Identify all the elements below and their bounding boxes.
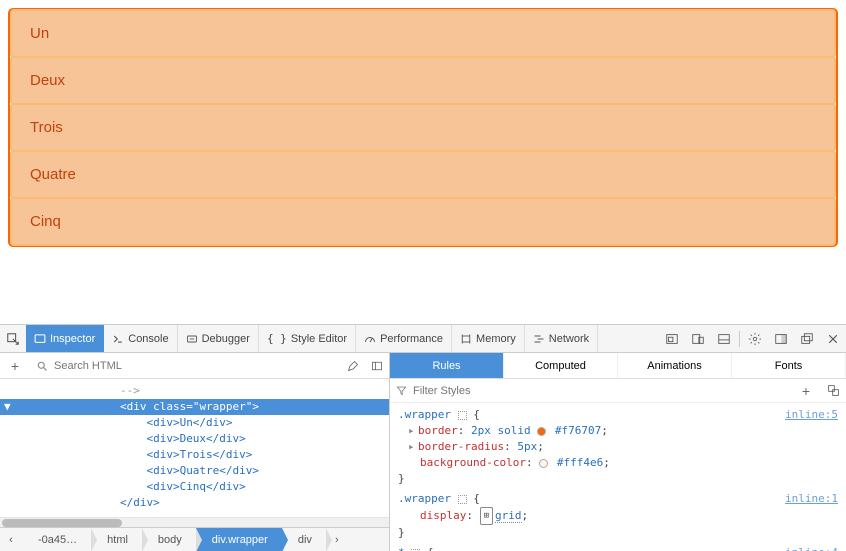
scrollbar-thumb[interactable] — [2, 519, 122, 527]
expand-icon[interactable]: ▸ — [408, 423, 418, 439]
color-swatch-icon[interactable] — [539, 459, 548, 468]
page-viewport: Un Deux Trois Quatre Cinq — [0, 0, 846, 324]
filter-row: + — [390, 379, 846, 403]
dom-line[interactable]: <div>Trois</div> — [0, 447, 389, 463]
rule-source-link[interactable]: inline:1 — [785, 491, 838, 507]
search-html-input[interactable] — [54, 360, 335, 372]
styletab-animations[interactable]: Animations — [618, 353, 732, 378]
tab-debugger[interactable]: Debugger — [178, 325, 259, 352]
style-tabs: Rules Computed Animations Fonts — [390, 353, 846, 379]
eyedropper-icon[interactable] — [365, 360, 389, 372]
styletab-computed[interactable]: Computed — [504, 353, 618, 378]
expand-icon[interactable]: ▸ — [408, 439, 418, 455]
dock-side-icon[interactable] — [768, 325, 794, 352]
dom-tree[interactable]: --> ▼ <div class="wrapper"> <div>Un</div… — [0, 379, 389, 517]
dom-line[interactable]: <div>Cinq</div> — [0, 479, 389, 495]
tab-style-editor[interactable]: { } Style Editor — [259, 325, 356, 352]
dom-line[interactable]: --> — [0, 383, 389, 399]
split-console-icon[interactable] — [711, 325, 737, 352]
color-swatch-icon[interactable] — [537, 427, 546, 436]
rule-source-link[interactable]: inline:5 — [785, 407, 838, 423]
grid-highlight-icon[interactable] — [458, 495, 467, 504]
grid-cell: Deux — [10, 56, 836, 105]
breadcrumb-prev-icon[interactable]: ‹ — [0, 534, 22, 546]
braces-icon: { } — [267, 332, 287, 345]
tab-label: Inspector — [50, 333, 95, 345]
rule-block[interactable]: inline:4 * { — [398, 545, 838, 551]
filter-icon — [396, 385, 407, 396]
tab-console[interactable]: Console — [104, 325, 177, 352]
dom-search-row: + — [0, 353, 389, 379]
grid-highlight-icon[interactable] — [458, 411, 467, 420]
grid-cell: Un — [10, 9, 836, 58]
iframe-picker-icon[interactable] — [659, 325, 685, 352]
tab-label: Network — [549, 333, 589, 345]
css-declaration[interactable]: ▸border-radius: 5px; — [398, 439, 838, 455]
pick-element-icon[interactable] — [0, 325, 26, 352]
grid-wrapper: Un Deux Trois Quatre Cinq — [8, 8, 838, 247]
grid-badge-icon[interactable]: ⊞ — [480, 507, 493, 525]
dom-line[interactable]: <div>Quatre</div> — [0, 463, 389, 479]
toggle-pseudo-icon[interactable] — [827, 384, 840, 397]
rule-selector: .wrapper — [398, 492, 451, 505]
rule-selector: .wrapper — [398, 408, 451, 421]
dom-pane: + --> ▼ <div class="wrapper"> <div>Un</d… — [0, 353, 390, 551]
undock-icon[interactable] — [794, 325, 820, 352]
tab-inspector[interactable]: Inspector — [26, 325, 104, 352]
breadcrumb-item[interactable]: body — [142, 528, 196, 551]
rule-block[interactable]: inline:1 .wrapper { display: ⊞grid; } — [398, 491, 838, 541]
grid-cell: Quatre — [10, 150, 836, 199]
devtools-panes: + --> ▼ <div class="wrapper"> <div>Un</d… — [0, 353, 846, 551]
tab-label: Debugger — [202, 333, 250, 345]
search-icon — [36, 360, 48, 372]
tab-network[interactable]: Network — [525, 325, 598, 352]
css-declaration[interactable]: background-color: #fff4e6; — [398, 455, 838, 471]
tab-memory[interactable]: Memory — [452, 325, 525, 352]
breadcrumb: ‹ -0a45… html body div.wrapper div › — [0, 527, 389, 551]
tab-performance[interactable]: Performance — [356, 325, 452, 352]
rule-source-link[interactable]: inline:4 — [785, 545, 838, 551]
filter-styles-input[interactable] — [413, 385, 785, 397]
breadcrumb-item[interactable]: html — [91, 528, 142, 551]
responsive-mode-icon[interactable] — [685, 325, 711, 352]
settings-icon[interactable] — [742, 325, 768, 352]
css-declaration[interactable]: ▸border: 2px solid #f76707; — [398, 423, 838, 439]
tab-label: Console — [128, 333, 168, 345]
devtools-toolbar: Inspector Console Debugger { } Style Edi… — [0, 325, 846, 353]
css-declaration[interactable]: display: ⊞grid; — [398, 507, 838, 525]
breadcrumb-item[interactable]: div — [282, 528, 326, 551]
new-node-button[interactable]: + — [0, 358, 30, 374]
dom-line[interactable]: <div>Un</div> — [0, 415, 389, 431]
styletab-fonts[interactable]: Fonts — [732, 353, 846, 378]
devtools: Inspector Console Debugger { } Style Edi… — [0, 324, 846, 551]
grid-cell: Trois — [10, 103, 836, 152]
rules-list[interactable]: inline:5 .wrapper { ▸border: 2px solid #… — [390, 403, 846, 551]
edit-html-icon[interactable] — [341, 360, 365, 372]
tab-label: Performance — [380, 333, 443, 345]
dom-line[interactable]: <div>Deux</div> — [0, 431, 389, 447]
style-pane: Rules Computed Animations Fonts + inline… — [390, 353, 846, 551]
styletab-rules[interactable]: Rules — [390, 353, 504, 378]
breadcrumb-item-active[interactable]: div.wrapper — [196, 528, 282, 551]
rule-selector: * — [398, 546, 405, 551]
rule-block[interactable]: inline:5 .wrapper { ▸border: 2px solid #… — [398, 407, 838, 487]
tab-label: Memory — [476, 333, 516, 345]
close-icon[interactable] — [820, 325, 846, 352]
breadcrumb-item[interactable]: -0a45… — [22, 528, 91, 551]
grid-cell: Cinq — [10, 197, 836, 246]
dom-line[interactable]: </div> — [0, 495, 389, 511]
dom-line-selected[interactable]: ▼ <div class="wrapper"> — [0, 399, 389, 415]
tab-label: Style Editor — [291, 333, 347, 345]
horizontal-scrollbar[interactable] — [0, 517, 389, 527]
add-rule-button[interactable]: + — [791, 383, 821, 399]
